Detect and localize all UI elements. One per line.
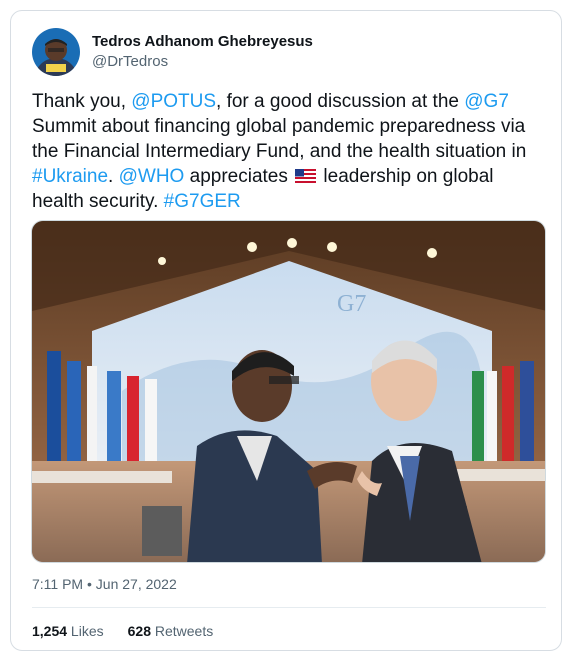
tweet-text: Thank you, @POTUS, for a good discussion… [32,89,547,214]
author-handle[interactable]: @DrTedros [92,52,313,72]
text-segment: , for a good discussion at the [216,91,465,112]
mention-who-link[interactable]: @WHO [119,166,185,187]
tweet-header: Tedros Adhanom Ghebreyesus @DrTedros [32,28,313,76]
author-names: Tedros Adhanom Ghebreyesus @DrTedros [92,32,313,72]
tweet-card: Tedros Adhanom Ghebreyesus @DrTedros Tha… [10,10,562,651]
likes-count: 1,254 [32,623,68,639]
hashtag-ukraine-link[interactable]: #Ukraine [32,166,108,187]
text-segment: . [108,166,119,187]
author-display-name[interactable]: Tedros Adhanom Ghebreyesus [92,32,313,52]
retweets-stat[interactable]: 628 Retweets [128,623,214,639]
avatar[interactable] [32,28,80,76]
retweets-label: Retweets [150,623,214,639]
text-segment: Thank you, [32,91,132,112]
mention-g7-link[interactable]: @G7 [464,91,509,112]
text-segment: Summit about financing global pandemic p… [32,116,527,162]
g7-stage-logo: G7 [337,291,366,317]
likes-stat[interactable]: 1,254 Likes [32,623,104,639]
divider [32,607,546,608]
tweet-timestamp[interactable]: 7:11 PM • Jun 27, 2022 [32,576,177,592]
tweet-photo[interactable]: G7 [31,220,546,563]
mention-potus-link[interactable]: @POTUS [131,91,216,112]
hashtag-g7ger-link[interactable]: #G7GER [164,191,241,212]
text-segment: appreciates [184,166,294,187]
likes-label: Likes [67,623,104,639]
us-flag-icon [295,165,317,183]
tweet-stats: 1,254 Likes 628 Retweets [32,623,213,639]
retweets-count: 628 [127,623,151,639]
